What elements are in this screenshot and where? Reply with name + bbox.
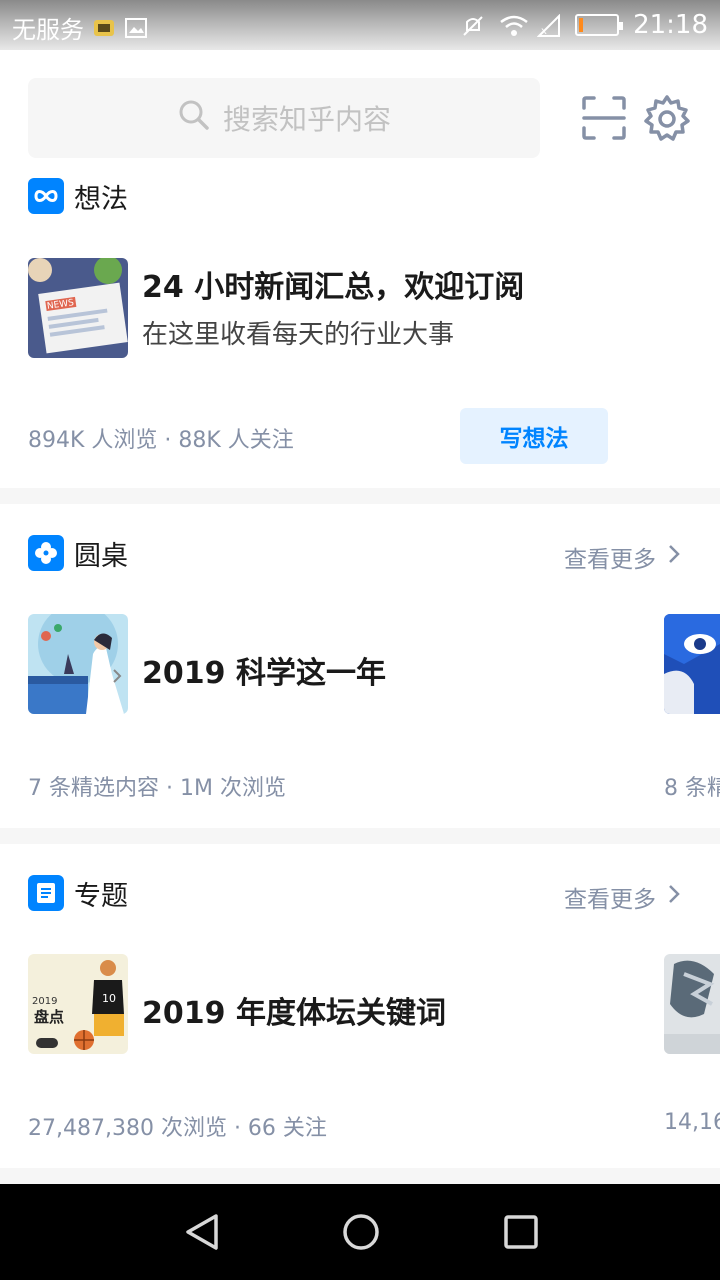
- topics-peek-meta: 14,16: [664, 1110, 720, 1135]
- sports-thumbnail[interactable]: 2019 盘点 10: [28, 954, 128, 1054]
- no-signal-icon: x: [536, 13, 561, 37]
- section-divider: [0, 828, 720, 844]
- mute-icon: [461, 14, 485, 36]
- write-idea-button[interactable]: 写想法: [460, 408, 608, 464]
- ideas-card-title[interactable]: 24 小时新闻汇总，欢迎订阅: [142, 262, 524, 306]
- roundtable-title: 圆桌: [74, 540, 128, 572]
- topics-more-label: 查看更多: [564, 887, 656, 913]
- ideas-title: 想法: [74, 183, 128, 215]
- topics-title: 专题: [74, 880, 128, 912]
- recents-icon[interactable]: [497, 1208, 545, 1256]
- peek-thumbnail[interactable]: [664, 614, 720, 714]
- document-icon: [28, 875, 64, 911]
- search-input[interactable]: 搜索知乎内容: [28, 78, 540, 158]
- topics-card-meta: 27,487,380 次浏览 · 66 关注: [28, 1116, 327, 1141]
- ideas-card-subtitle: 在这里收看每天的行业大事: [142, 320, 455, 350]
- topics-header: 专题: [28, 873, 128, 913]
- home-icon[interactable]: [337, 1208, 385, 1256]
- back-icon[interactable]: [178, 1208, 226, 1256]
- system-nav-bar: [0, 1184, 720, 1280]
- infinity-icon: [28, 178, 64, 214]
- search-placeholder: 搜索知乎内容: [222, 103, 391, 136]
- roundtable-more-link[interactable]: 查看更多: [564, 540, 680, 574]
- peek-thumbnail[interactable]: [664, 954, 720, 1054]
- ideas-card-meta: 894K 人浏览 · 88K 人关注: [28, 428, 294, 453]
- settings-icon[interactable]: [642, 94, 690, 142]
- clock: 21:18: [633, 10, 708, 40]
- topics-card-title[interactable]: 2019 年度体坛关键词: [142, 988, 446, 1032]
- sports-thumb-label: 盘点: [34, 1008, 64, 1026]
- carrier-label: 无服务: [12, 16, 84, 44]
- svg-text:10: 10: [102, 992, 116, 1005]
- roundtable-peek-meta: 8 条精: [664, 776, 720, 801]
- image-icon: [124, 17, 148, 39]
- wifi-icon: [499, 14, 528, 36]
- news-thumbnail[interactable]: NEWS: [28, 258, 128, 358]
- roundtable-card-title[interactable]: 2019 科学这一年: [142, 648, 386, 692]
- battery-level: [579, 18, 584, 32]
- scan-icon[interactable]: [580, 94, 628, 142]
- svg-text:x: x: [541, 26, 547, 37]
- sports-thumb-year: 2019: [32, 996, 57, 1007]
- section-divider: [0, 488, 720, 504]
- section-divider: [0, 1168, 720, 1184]
- topics-more-link[interactable]: 查看更多: [564, 880, 680, 914]
- chevron-right-icon: [668, 884, 680, 910]
- science-thumbnail[interactable]: [28, 614, 128, 714]
- roundtable-header: 圆桌: [28, 533, 128, 573]
- chevron-right-icon: [668, 544, 680, 570]
- battery-icon: [575, 14, 624, 36]
- roundtable-more-label: 查看更多: [564, 547, 656, 573]
- status-bar: 无服务 x 21:18: [0, 0, 720, 50]
- pinwheel-icon: [28, 535, 64, 571]
- roundtable-card-meta: 7 条精选内容 · 1M 次浏览: [28, 776, 286, 801]
- sim-icon: [92, 17, 116, 39]
- search-icon: [177, 98, 211, 139]
- ideas-header: 想法: [28, 176, 128, 216]
